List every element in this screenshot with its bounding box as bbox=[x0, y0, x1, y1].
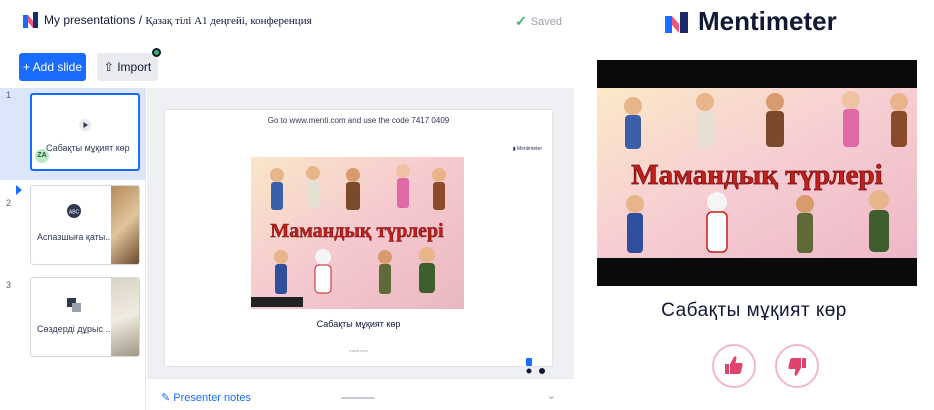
presenter-notes-toggle[interactable]: ✎ Presenter notes bbox=[161, 391, 251, 404]
audience-controls-icon[interactable] bbox=[526, 358, 546, 378]
slide-thumbnail-1[interactable]: 1 Сабақты мұқият көр ZA bbox=[0, 88, 146, 180]
thumbs-up-button[interactable] bbox=[712, 344, 756, 388]
slide-thumbnail-2[interactable]: 2 ABC Аспазшыға қаты... bbox=[0, 180, 146, 272]
abc-icon: ABC bbox=[67, 204, 82, 221]
import-button[interactable]: ⇧ Import bbox=[97, 53, 158, 81]
slide-brand-label: Mentimeter bbox=[516, 146, 542, 152]
drag-handle[interactable] bbox=[341, 397, 375, 399]
thumbs-down-button[interactable] bbox=[775, 344, 819, 388]
image-title: Мамандық түрлері bbox=[270, 220, 444, 242]
slide-card[interactable]: ABC Аспазшыға қаты... bbox=[30, 185, 140, 265]
thumbs-up-icon bbox=[725, 356, 743, 374]
slide-footer: menti.com bbox=[349, 348, 368, 353]
import-label: Import bbox=[117, 60, 152, 74]
slide-preview[interactable]: Go to www.menti.com and use the code 741… bbox=[165, 110, 552, 374]
slide-label: Сөздерді дұрыс ... bbox=[37, 324, 113, 334]
slide-thumbnail-image bbox=[111, 278, 139, 356]
image-title: Мамандық түрлері bbox=[631, 159, 882, 191]
thumbs-down-icon bbox=[788, 358, 806, 376]
slide-thumbnail-3[interactable]: 3 Сөздерді дұрыс ... bbox=[0, 272, 146, 364]
slide-number: 2 bbox=[6, 198, 12, 208]
video-frame-image: Мамандық түрлері bbox=[597, 88, 917, 258]
avatar: ZA bbox=[35, 149, 49, 163]
video-player[interactable]: Мамандық түрлері bbox=[597, 60, 917, 286]
slide-list: 1 Сабақты мұқият көр ZA 2 ABC Аспазшыға … bbox=[0, 88, 146, 410]
notification-dot bbox=[152, 48, 161, 57]
professions-image[interactable]: Мамандық түрлері bbox=[251, 157, 464, 309]
slide-card[interactable]: Сөздерді дұрыс ... bbox=[30, 277, 140, 357]
slide-thumbnail-image bbox=[111, 186, 139, 264]
slide-number: 1 bbox=[6, 90, 12, 100]
presenter-notes-bar[interactable]: ✎ Presenter notes ⌄ bbox=[147, 378, 574, 410]
pencil-icon: ✎ bbox=[161, 392, 171, 404]
toolbar: + Add slide ⇧ Import bbox=[0, 44, 574, 90]
slide-heading: Сабақты мұқият көр bbox=[316, 319, 401, 329]
professions-illustration: Мамандық түрлері bbox=[251, 157, 464, 309]
chevron-down-icon[interactable]: ⌄ bbox=[547, 389, 556, 402]
saved-label: Saved bbox=[530, 15, 562, 28]
breadcrumb-root-link[interactable]: My presentations bbox=[44, 13, 135, 27]
checkmark-icon: ✓ bbox=[515, 13, 527, 29]
slide-heading: Сабақты мұқият көр bbox=[661, 300, 847, 321]
top-bar: My presentations / Қазақ тілі А1 деңгейі… bbox=[0, 0, 574, 44]
breadcrumb-separator: / bbox=[135, 13, 146, 27]
professions-illustration: Мамандық түрлері bbox=[597, 88, 917, 258]
join-instruction: Go to www.menti.com and use the code 741… bbox=[267, 116, 450, 125]
upload-icon: ⇧ bbox=[103, 60, 114, 74]
add-slide-button[interactable]: + Add slide bbox=[19, 53, 86, 81]
slide-number: 3 bbox=[6, 280, 12, 290]
shapes-icon bbox=[67, 298, 82, 315]
presentation-title[interactable]: Қазақ тілі А1 деңгейі, конференция bbox=[145, 15, 311, 27]
mentimeter-logo-icon[interactable] bbox=[22, 11, 40, 29]
brand-name: Mentimeter bbox=[698, 6, 837, 36]
mentimeter-mini-icon: ▮ bbox=[512, 146, 516, 152]
presentation-editor: My presentations / Қазақ тілі А1 деңгейі… bbox=[0, 0, 574, 410]
play-icon bbox=[79, 119, 91, 134]
slide-label: Сабақты мұқият көр bbox=[46, 143, 130, 153]
mentimeter-brand: Mentimeter bbox=[664, 6, 837, 37]
slide-brand-mark: ▮ Mentimeter bbox=[513, 146, 542, 152]
mentimeter-logo-icon bbox=[665, 11, 688, 33]
slide-label: Аспазшыға қаты... bbox=[37, 232, 113, 242]
slide-canvas-area: Go to www.menti.com and use the code 741… bbox=[147, 88, 574, 410]
saved-status: ✓ Saved bbox=[515, 13, 562, 30]
audience-view: Mentimeter Мамандық түрлері Сабақты мұқи… bbox=[574, 0, 934, 410]
svg-text:ABC: ABC bbox=[69, 210, 80, 216]
presenter-notes-label: Presenter notes bbox=[173, 392, 251, 404]
breadcrumb: My presentations / Қазақ тілі А1 деңгейі… bbox=[44, 13, 312, 27]
